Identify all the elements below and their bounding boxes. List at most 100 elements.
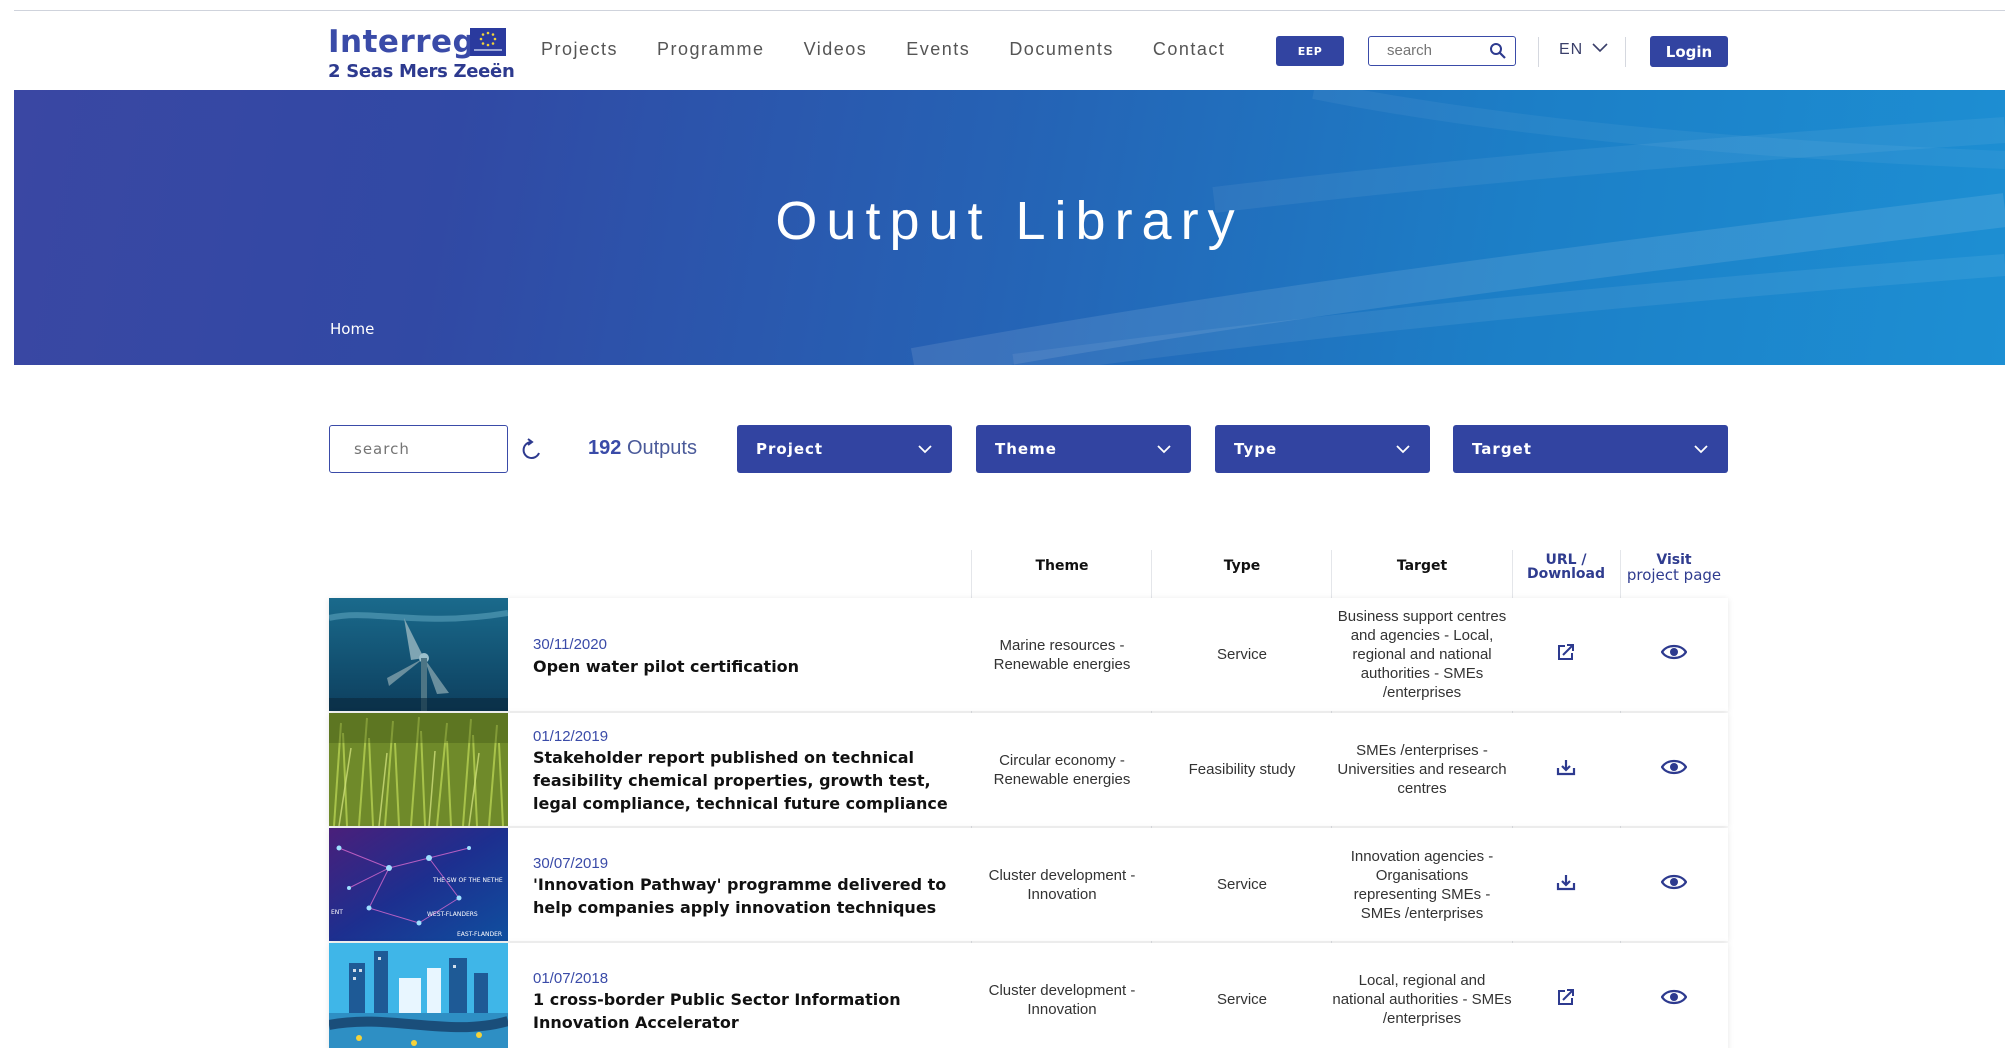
language-label: EN (1559, 41, 1584, 58)
output-theme: Marine resources - Renewable energies (993, 636, 1131, 673)
logo-subtitle: 2 Seas Mers Zeeën (328, 61, 515, 82)
search-icon[interactable] (1489, 42, 1507, 64)
results-count-number: 192 (588, 437, 622, 459)
output-target: Local, regional and national authorities… (1332, 972, 1512, 1027)
svg-text:EAST-FLANDER: EAST-FLANDER (457, 931, 502, 938)
results-count-label: Outputs (626, 437, 697, 459)
visit-cell (1620, 943, 1728, 1048)
chevron-down-icon (1591, 41, 1609, 59)
dropdown-label: Target (1472, 440, 1532, 458)
language-selector[interactable]: EN (1559, 41, 1609, 59)
page-title: Output Library (775, 191, 1244, 251)
url-cell (1512, 828, 1620, 941)
output-target: Innovation agencies - Organisations repr… (1350, 847, 1494, 922)
dropdown-label: Theme (995, 440, 1057, 458)
header-url-download: URL / Download (1512, 553, 1620, 581)
chevron-down-icon (1694, 440, 1708, 458)
svg-text:ENT: ENT (331, 909, 343, 916)
output-type: Feasibility study (1188, 761, 1296, 778)
output-type: Service (1216, 646, 1268, 663)
nav-documents[interactable]: Documents (1009, 39, 1114, 60)
header-type: Type (1223, 558, 1261, 574)
header-divider (1538, 37, 1539, 67)
header-search (1368, 36, 1516, 66)
eep-button[interactable]: EEP (1276, 36, 1344, 66)
header-divider (1625, 37, 1626, 67)
dropdown-label: Project (756, 440, 824, 458)
download-icon[interactable] (1556, 872, 1576, 897)
target-dropdown[interactable]: Target (1453, 425, 1728, 473)
external-link-icon[interactable] (1556, 642, 1576, 667)
results-count: 192 Outputs (588, 437, 697, 460)
reset-icon[interactable] (518, 436, 546, 464)
nav-videos[interactable]: Videos (804, 39, 868, 60)
output-thumbnail[interactable] (329, 713, 508, 826)
nav-events[interactable]: Events (906, 39, 970, 60)
output-theme: Circular economy - Renewable energies (993, 751, 1131, 788)
output-target: Business support centres and agencies - … (1337, 608, 1507, 701)
theme-dropdown[interactable]: Theme (976, 425, 1191, 473)
output-date: 01/12/2019 (533, 728, 609, 745)
logo-wordmark: Interreg (328, 24, 476, 60)
table-row[interactable]: 30/11/2020 Open water pilot certificatio… (329, 598, 1728, 711)
url-cell (1512, 943, 1620, 1048)
header-url-line1: URL / (1545, 552, 1587, 568)
header-visit-project: Visit project page (1620, 553, 1728, 583)
download-icon[interactable] (1556, 757, 1576, 782)
filter-bar: 192 Outputs Project Theme Type Target (329, 425, 1729, 473)
output-title[interactable]: Open water pilot certification (533, 655, 953, 678)
svg-text:WEST-FLANDERS: WEST-FLANDERS (427, 911, 478, 918)
header-search-input[interactable] (1369, 37, 1487, 64)
output-title[interactable]: 1 cross-border Public Sector Information… (533, 988, 953, 1034)
eu-flag-icon (470, 28, 506, 56)
nav-programme[interactable]: Programme (657, 39, 765, 60)
header-visit-line2: project page (1626, 566, 1722, 584)
project-dropdown[interactable]: Project (737, 425, 952, 473)
dropdown-label: Type (1234, 440, 1278, 458)
header-target: Target (1396, 558, 1448, 574)
header-visit-line1: Visit (1656, 552, 1692, 568)
hero-banner: Output Library Home (14, 90, 2005, 365)
nav-contact[interactable]: Contact (1153, 39, 1226, 60)
eye-icon[interactable] (1660, 988, 1688, 1011)
header-theme: Theme (1035, 558, 1089, 574)
output-date: 30/07/2019 (533, 855, 609, 872)
eye-icon[interactable] (1660, 758, 1688, 781)
output-date: 30/11/2020 (533, 636, 607, 653)
chevron-down-icon (918, 440, 932, 458)
output-title[interactable]: Stakeholder report published on technica… (533, 746, 953, 815)
output-search-input[interactable] (330, 426, 507, 472)
login-button[interactable]: Login (1650, 36, 1728, 67)
table-row[interactable]: 01/12/2019 Stakeholder report published … (329, 713, 1728, 826)
visit-cell (1620, 598, 1728, 711)
output-title[interactable]: 'Innovation Pathway' programme delivered… (533, 873, 953, 919)
output-theme: Cluster development - Innovation (988, 866, 1136, 903)
output-thumbnail[interactable] (329, 598, 508, 711)
output-type: Service (1216, 876, 1268, 893)
breadcrumb-home[interactable]: Home (330, 320, 374, 338)
external-link-icon[interactable] (1556, 987, 1576, 1012)
nav-projects[interactable]: Projects (541, 39, 618, 60)
eye-icon[interactable] (1660, 873, 1688, 896)
output-type: Service (1216, 991, 1268, 1008)
site-header: Interreg 2 Seas Mers Zeeën Projects Prog… (0, 11, 2005, 90)
output-thumbnail[interactable]: THE SW OF THE NETHE WEST-FLANDERS ENT EA… (329, 828, 508, 941)
interreg-logo[interactable]: Interreg 2 Seas Mers Zeeën (328, 24, 515, 82)
chevron-down-icon (1396, 440, 1410, 458)
main-nav: Projects Programme Videos Events Documen… (541, 39, 1264, 60)
output-search (329, 425, 508, 473)
table-row[interactable]: THE SW OF THE NETHE WEST-FLANDERS ENT EA… (329, 828, 1728, 941)
output-theme: Cluster development - Innovation (988, 981, 1136, 1018)
table-row[interactable]: 01/07/2018 1 cross-border Public Sector … (329, 943, 1728, 1048)
output-thumbnail[interactable] (329, 943, 508, 1048)
visit-cell (1620, 828, 1728, 941)
chevron-down-icon (1157, 440, 1171, 458)
url-cell (1512, 713, 1620, 826)
url-cell (1512, 598, 1620, 711)
type-dropdown[interactable]: Type (1215, 425, 1430, 473)
header-url-line2: Download (1526, 566, 1606, 582)
eye-icon[interactable] (1660, 643, 1688, 666)
visit-cell (1620, 713, 1728, 826)
output-target: SMEs /enterprises - Universities and res… (1337, 742, 1507, 797)
svg-text:THE SW OF THE NETHE: THE SW OF THE NETHE (432, 877, 503, 884)
